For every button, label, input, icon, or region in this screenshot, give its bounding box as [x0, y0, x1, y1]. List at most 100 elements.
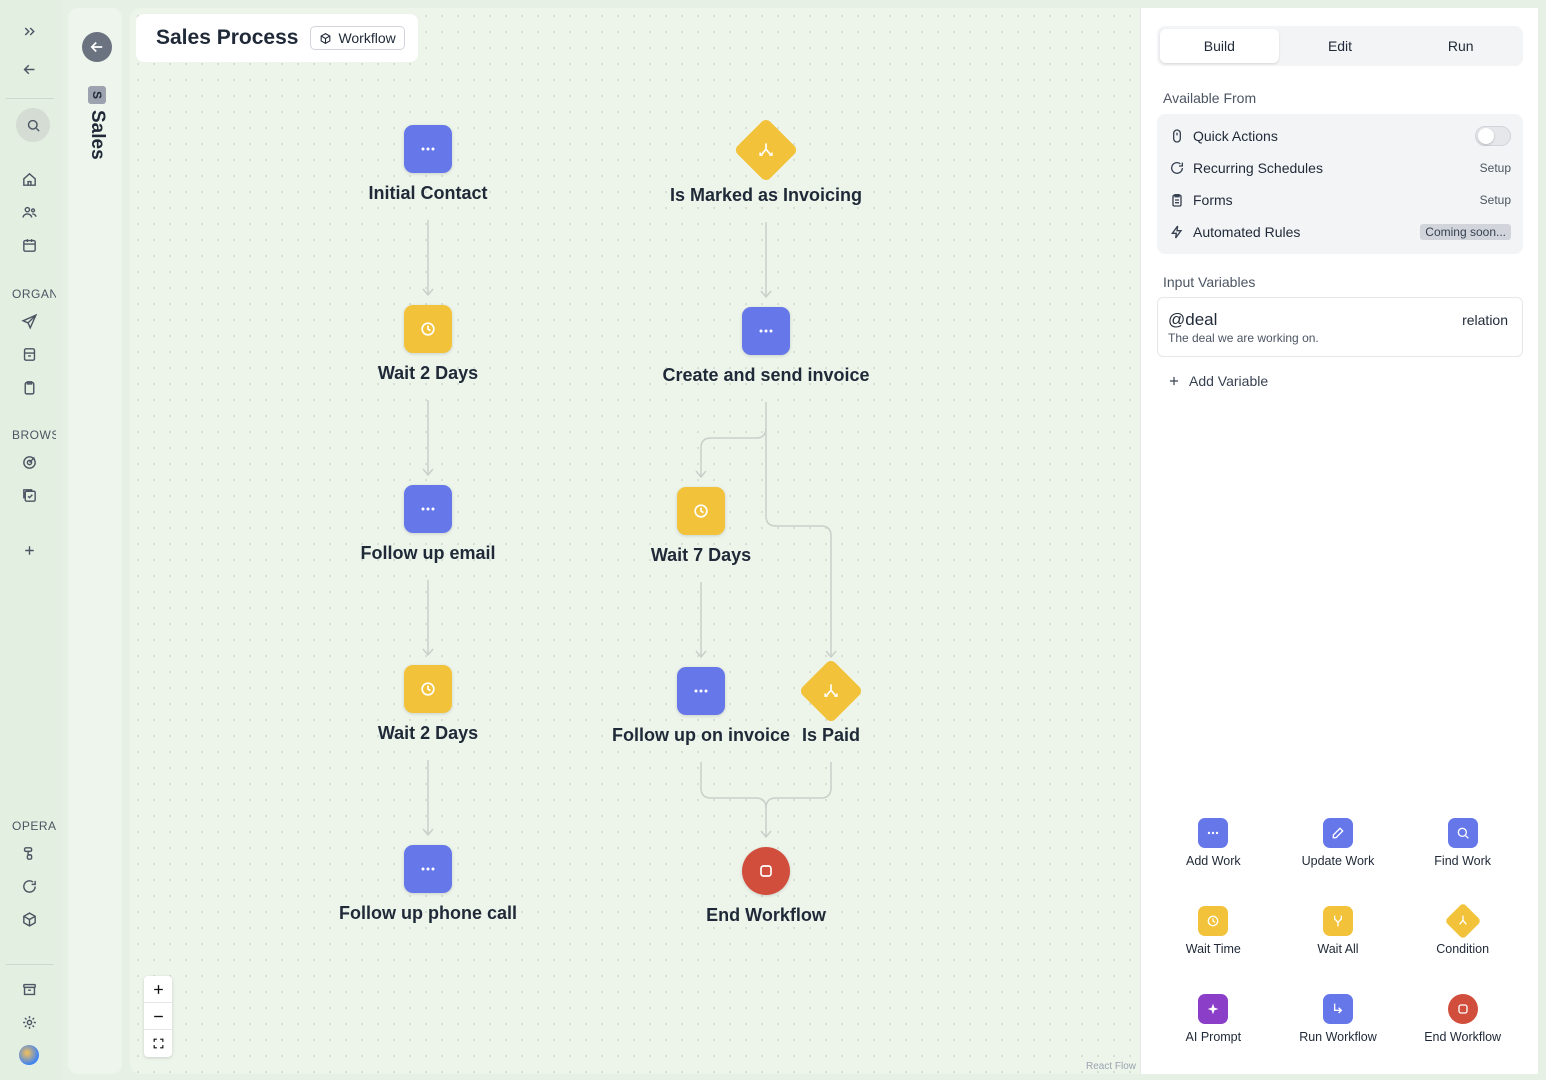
clock-icon [677, 487, 725, 535]
panel-tabs: Build Edit Run [1157, 26, 1523, 66]
workflow-edges [422, 220, 837, 839]
quick-actions-toggle[interactable] [1475, 126, 1511, 146]
add-variable-button[interactable]: Add Variable [1167, 373, 1268, 389]
palette-label: Find Work [1434, 854, 1492, 868]
workflow-title[interactable]: Sales Process [156, 26, 298, 50]
work-node-icon [742, 307, 790, 355]
node-label: Follow up phone call [339, 903, 517, 923]
tab-build[interactable]: Build [1160, 29, 1279, 63]
palette-label: Add Work [1186, 854, 1241, 868]
space-title[interactable]: S Sales [86, 86, 108, 160]
node-is-marked-as-invoicing[interactable] [733, 117, 799, 183]
cube-icon[interactable] [14, 904, 44, 934]
stop-icon [742, 847, 790, 895]
node-is-paid[interactable] [798, 658, 864, 724]
palette-label: Wait All [1317, 942, 1359, 956]
setup-link[interactable]: Setup [1480, 161, 1511, 175]
palette-wait-all[interactable]: Wait All [1276, 904, 1401, 978]
workflow-canvas[interactable]: Sales Process Workflow Initial Contact W… [130, 8, 1140, 1074]
palette-run-workflow[interactable]: Run Workflow [1276, 992, 1401, 1066]
zoom-controls [144, 976, 172, 1057]
edge [765, 428, 832, 657]
archive-box-icon[interactable] [14, 339, 44, 369]
back-button[interactable] [82, 32, 112, 62]
palette-add-work[interactable]: Add Work [1151, 816, 1276, 890]
palette-update-work[interactable]: Update Work [1276, 816, 1401, 890]
edge [700, 402, 767, 477]
node-wait-7-days[interactable] [677, 487, 725, 535]
refresh-icon[interactable] [14, 871, 44, 901]
node-label: Wait 2 Days [377, 723, 479, 743]
people-icon[interactable] [14, 197, 44, 227]
node-create-and-send-invoice[interactable] [742, 307, 790, 355]
palette-ai-prompt[interactable]: AI Prompt [1151, 992, 1276, 1066]
zoom-out-button[interactable] [144, 1003, 172, 1030]
available-from-title: Available From [1163, 90, 1257, 106]
space-chip: S [88, 86, 106, 104]
add-icon[interactable] [14, 535, 44, 565]
expand-icon[interactable] [14, 16, 44, 46]
flow-icon[interactable] [14, 838, 44, 868]
edge [765, 762, 832, 809]
node-follow-up-email[interactable] [404, 485, 452, 533]
node-wait-2-days[interactable] [404, 665, 452, 713]
search-icon[interactable] [16, 108, 50, 142]
node-label: Follow up on invoice [612, 725, 790, 745]
setup-link[interactable]: Setup [1480, 193, 1511, 207]
palette-label: AI Prompt [1185, 1030, 1242, 1044]
work-node-icon [404, 485, 452, 533]
settings-icon[interactable] [14, 1007, 44, 1037]
coming-soon-badge: Coming soon... [1420, 224, 1511, 240]
rail-section-organize: ORGAN [12, 287, 56, 301]
add-variable-label: Add Variable [1189, 373, 1269, 389]
node-label: Initial Contact [368, 183, 488, 203]
search-icon [1447, 818, 1478, 848]
palette-end-workflow[interactable]: End Workflow [1400, 992, 1525, 1066]
node-end-workflow[interactable] [742, 847, 790, 895]
tab-run[interactable]: Run [1401, 29, 1520, 63]
target-icon[interactable] [14, 447, 44, 477]
available-row-quick-actions[interactable]: Quick Actions [1157, 120, 1523, 152]
fit-view-button[interactable] [144, 1030, 172, 1057]
node-follow-up-on-invoice[interactable] [677, 667, 725, 715]
variable-name: @deal [1168, 310, 1218, 329]
rail-divider [6, 98, 54, 99]
calendar-icon[interactable] [14, 230, 44, 260]
pencil-icon [1322, 818, 1353, 848]
node-follow-up-phone-call[interactable] [404, 845, 452, 893]
input-variables-title: Input Variables [1163, 274, 1256, 290]
send-icon[interactable] [14, 306, 44, 336]
palette-wait-time[interactable]: Wait Time [1151, 904, 1276, 978]
palette-condition[interactable]: Condition [1400, 902, 1525, 978]
tab-edit[interactable]: Edit [1281, 29, 1400, 63]
available-row-forms[interactable]: Forms Setup [1157, 184, 1523, 216]
refresh-icon [1171, 161, 1183, 174]
archive-icon[interactable] [14, 974, 44, 1004]
zoom-in-button[interactable] [144, 976, 172, 1003]
workflow-badge[interactable]: Workflow [310, 26, 405, 50]
home-icon[interactable] [14, 164, 44, 194]
node-label: Is Paid [801, 725, 861, 745]
node-label: Create and send invoice [662, 365, 870, 385]
palette-label: Wait Time [1185, 942, 1241, 956]
palette-find-work[interactable]: Find Work [1400, 816, 1525, 890]
clipboard-icon[interactable] [14, 372, 44, 402]
node-wait-2-days[interactable] [404, 305, 452, 353]
available-row-recurring-schedules[interactable]: Recurring Schedules Setup [1157, 152, 1523, 184]
input-variable-card[interactable]: @deal The deal we are working on. relati… [1157, 297, 1523, 357]
palette-label: Condition [1436, 942, 1490, 956]
clock-icon [404, 665, 452, 713]
user-avatar[interactable] [19, 1045, 39, 1065]
clipboard-icon [1172, 194, 1182, 207]
available-label: Quick Actions [1193, 128, 1278, 144]
checklist-icon[interactable] [14, 480, 44, 510]
app-rail: ORGAN BROWS OPERA [0, 0, 62, 1080]
available-row-automated-rules: Automated Rules Coming soon... [1157, 216, 1523, 248]
node-initial-contact[interactable] [404, 125, 452, 173]
space-panel: S Sales [68, 8, 122, 1074]
back-arrow-icon[interactable] [14, 54, 44, 84]
palette-label: Update Work [1301, 854, 1375, 868]
react-flow-attribution[interactable]: React Flow [1086, 1061, 1136, 1072]
available-label: Forms [1193, 192, 1233, 208]
cube-icon [321, 32, 331, 44]
